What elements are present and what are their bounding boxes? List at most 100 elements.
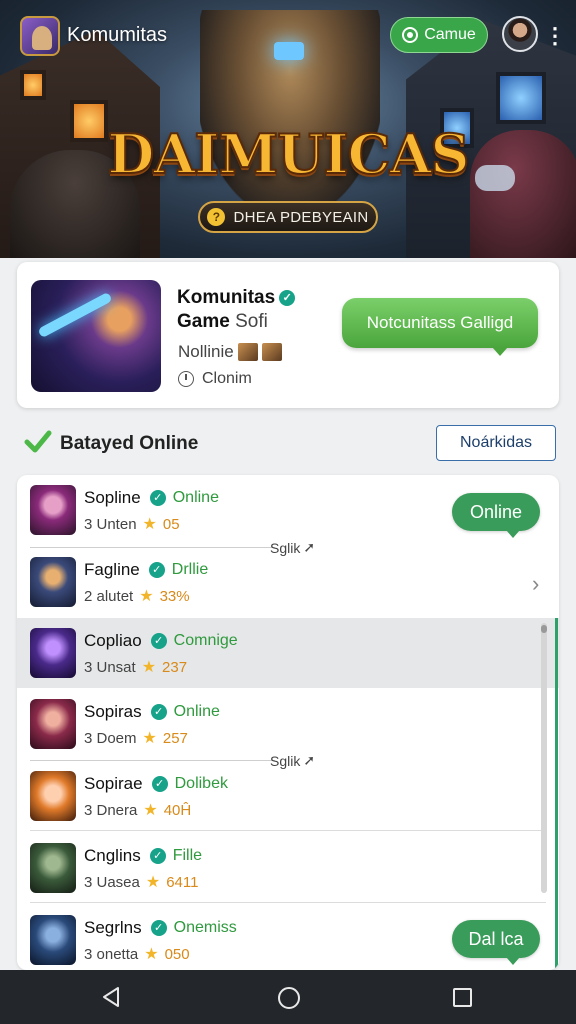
game-info-card: Komunitas ✓ Game Sofi Nollinie Clonim Not… bbox=[17, 262, 559, 408]
chevron-right-icon[interactable]: › bbox=[532, 571, 539, 597]
verified-icon: ✓ bbox=[150, 704, 167, 720]
home-icon[interactable] bbox=[278, 987, 300, 1009]
thumbnail-sword bbox=[37, 291, 113, 339]
user-avatar[interactable] bbox=[502, 16, 538, 52]
list-item[interactable]: Cnglins ✓ Fille 3 Uasea ★ 6411 bbox=[17, 833, 559, 903]
player-score: 05 bbox=[162, 515, 180, 533]
player-name: Sopline bbox=[84, 488, 141, 507]
player-avatar bbox=[30, 485, 76, 535]
player-name: Sopirae bbox=[84, 774, 143, 793]
player-meta: 3 onetta ★ 050 bbox=[84, 944, 190, 964]
verified-icon: ✓ bbox=[151, 776, 168, 792]
back-icon[interactable] bbox=[101, 986, 121, 1008]
status-bubble[interactable]: Dal lca bbox=[452, 920, 540, 965]
game-clock-text: Clonim bbox=[202, 370, 252, 387]
player-score: 33% bbox=[159, 587, 190, 605]
list-item[interactable]: Fagline ✓ Drllie 2 alutet ★ 33% bbox=[17, 547, 559, 617]
player-name-line: Sopiras ✓ Online bbox=[84, 702, 220, 722]
section-title: Batayed Online bbox=[60, 433, 199, 454]
player-name: Sopiras bbox=[84, 702, 142, 721]
game-title: Komunitas ✓ Game Sofi bbox=[177, 286, 296, 334]
player-score: 237 bbox=[162, 658, 188, 676]
online-bubble[interactable]: Online bbox=[452, 493, 540, 538]
verified-icon: ✓ bbox=[149, 848, 166, 864]
player-status: Fille bbox=[172, 847, 203, 864]
mini-image-icon bbox=[237, 343, 258, 361]
join-community-button[interactable]: Notcunitass Galligd bbox=[342, 298, 538, 356]
check-icon bbox=[24, 430, 52, 453]
player-meta-text: 2 alutet bbox=[84, 587, 134, 605]
list-item[interactable]: Sopirae ✓ Dolibek 3 Dnera ★ 40Ĥ bbox=[17, 761, 559, 831]
section-action-button[interactable]: Noárkidas bbox=[436, 425, 556, 461]
player-status: Dolibek bbox=[174, 775, 228, 792]
banner-pill-label: DHEA PDEBYEAIN bbox=[233, 208, 369, 226]
star-icon: ★ bbox=[145, 874, 161, 891]
online-players-list: Sopline ✓ Online 3 Unten ★ 05 Online Sgl… bbox=[17, 475, 559, 970]
clock-icon bbox=[178, 371, 194, 387]
banner-window bbox=[496, 72, 546, 124]
player-score: 40Ĥ bbox=[163, 801, 192, 819]
player-name-line: Sopline ✓ Online bbox=[84, 488, 219, 508]
player-name: Cnglins bbox=[84, 846, 141, 865]
player-meta-text: 3 Unten bbox=[84, 515, 137, 533]
camue-button-label: Camue bbox=[424, 26, 476, 43]
game-subtitle: Nollinie bbox=[178, 342, 282, 362]
app-logo[interactable] bbox=[20, 16, 60, 56]
player-avatar bbox=[30, 771, 76, 821]
star-icon: ★ bbox=[141, 659, 157, 676]
banner-window bbox=[20, 70, 46, 100]
verified-icon: ✓ bbox=[149, 490, 166, 506]
divider bbox=[30, 830, 546, 831]
player-avatar bbox=[30, 843, 76, 893]
verified-icon: ✓ bbox=[279, 289, 296, 306]
player-status: Drllie bbox=[171, 561, 209, 578]
player-meta: 3 Unten ★ 05 bbox=[84, 514, 180, 534]
player-avatar bbox=[30, 557, 76, 607]
banner-game-title: DAIMUICAS bbox=[107, 121, 471, 187]
list-item[interactable]: Sopiras ✓ Online 3 Doem ★ 257 bbox=[17, 689, 559, 759]
question-icon: ? bbox=[207, 208, 226, 226]
game-title-line2b: Sofi bbox=[235, 311, 268, 332]
star-icon: ★ bbox=[144, 946, 159, 963]
player-name-line: Cnglins ✓ Fille bbox=[84, 846, 202, 866]
camue-button[interactable]: Camue bbox=[390, 17, 488, 53]
banner-pill-button[interactable]: ? DHEA PDEBYEAIN bbox=[198, 201, 378, 233]
star-icon: ★ bbox=[139, 588, 154, 605]
player-name-line: Fagline ✓ Drllie bbox=[84, 560, 208, 580]
player-score: 050 bbox=[164, 945, 190, 963]
camera-icon bbox=[402, 27, 419, 43]
star-icon: ★ bbox=[143, 802, 158, 819]
list-item[interactable]: Copliao ✓ Comnige 3 Unsat ★ 237 bbox=[17, 618, 559, 688]
player-status: Comnige bbox=[173, 632, 238, 649]
player-meta: 3 Dnera ★ 40Ĥ bbox=[84, 800, 191, 820]
player-avatar bbox=[30, 628, 76, 678]
player-meta: 3 Uasea ★ 6411 bbox=[84, 872, 198, 892]
player-meta: 2 alutet ★ 33% bbox=[84, 586, 190, 606]
system-nav-bar bbox=[0, 970, 576, 1024]
accent-edge bbox=[555, 618, 558, 970]
scrollbar-thumb[interactable] bbox=[541, 625, 547, 633]
player-meta: 3 Unsat ★ 237 bbox=[84, 657, 187, 677]
game-thumbnail[interactable] bbox=[31, 280, 161, 392]
scrollbar-track[interactable] bbox=[541, 623, 547, 893]
divider bbox=[30, 902, 546, 903]
player-name: Fagline bbox=[84, 560, 140, 579]
player-name-line: Copliao ✓ Comnige bbox=[84, 631, 238, 651]
app-name: Komumitas bbox=[67, 24, 168, 46]
star-icon: ★ bbox=[142, 516, 157, 533]
game-subtitle-text: Nollinie bbox=[178, 342, 234, 361]
player-score: 257 bbox=[162, 729, 188, 747]
player-status: Online bbox=[173, 703, 220, 720]
game-title-line2a: Game bbox=[177, 311, 230, 332]
recent-apps-icon[interactable] bbox=[453, 988, 472, 1007]
mini-image-icon bbox=[261, 343, 282, 361]
game-clock-info: Clonim bbox=[178, 370, 252, 388]
player-avatar bbox=[30, 915, 76, 965]
player-name-line: Segrlns ✓ Onemiss bbox=[84, 918, 237, 938]
verified-icon: ✓ bbox=[150, 920, 167, 936]
player-status: Onemiss bbox=[173, 919, 237, 936]
player-avatar bbox=[30, 699, 76, 749]
banner-hero-visor bbox=[274, 42, 304, 60]
player-meta: 3 Doem ★ 257 bbox=[84, 728, 188, 748]
more-menu-icon[interactable]: ⋮ bbox=[544, 22, 566, 50]
